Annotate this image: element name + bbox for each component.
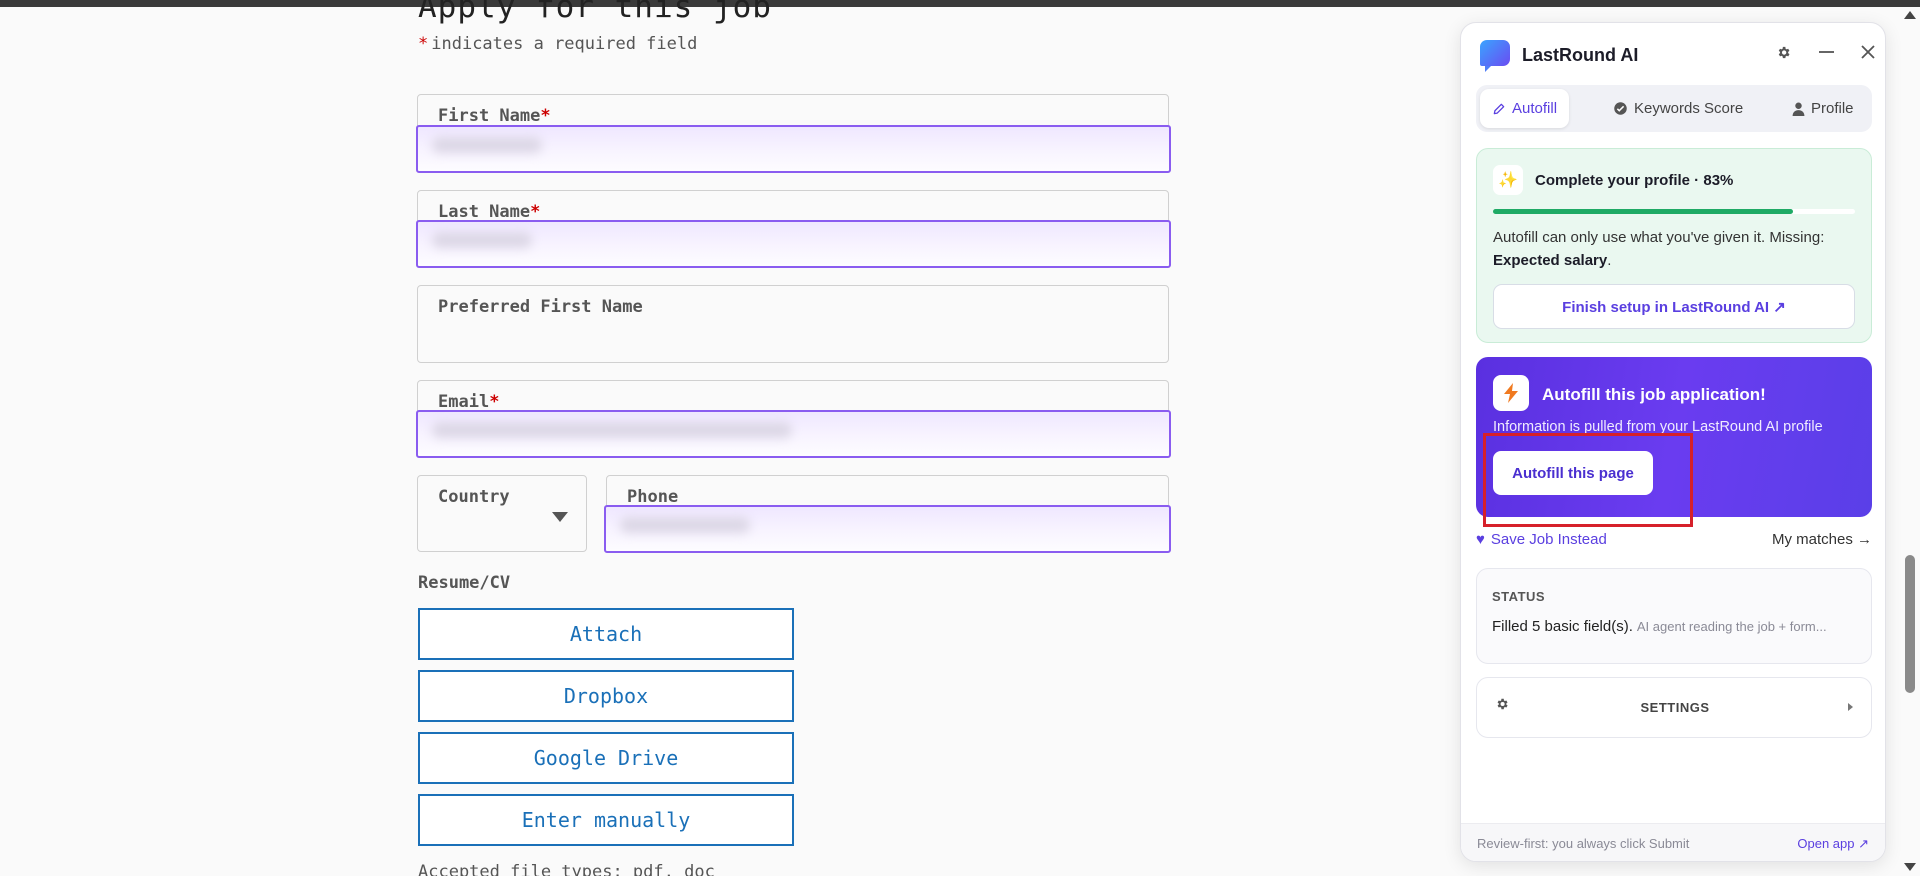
application-form: Apply for this job * indicates a required… <box>0 0 1400 876</box>
first-name-input-autofilled[interactable] <box>416 125 1171 173</box>
last-name-input-autofilled[interactable] <box>416 220 1171 268</box>
email-input-autofilled[interactable] <box>416 410 1171 458</box>
required-star: * <box>418 34 429 54</box>
expand-triangle-icon <box>1848 703 1853 711</box>
chat-bubble-logo-icon <box>1480 40 1510 72</box>
phone-label: Phone <box>627 487 679 507</box>
page-scrollbar[interactable] <box>1900 7 1920 876</box>
profile-completion-card: ✨ Complete your profile · 83% Autofill c… <box>1476 148 1872 343</box>
status-main: Filled 5 basic field(s). <box>1492 618 1633 635</box>
panel-links-row: ♥ Save Job Instead My matches → <box>1476 531 1872 553</box>
first-name-label: First Name* <box>438 106 551 126</box>
redacted-value <box>432 137 542 153</box>
last-name-label: Last Name* <box>438 202 541 222</box>
required-note: * indicates a required field <box>418 34 697 54</box>
check-badge-icon <box>1614 102 1627 115</box>
panel-tabs: Autofill Keywords Score Profile <box>1476 85 1872 132</box>
lastround-ai-panel: LastRound AI Autofill Keywords Score Pro… <box>1460 22 1886 862</box>
minimize-icon[interactable] <box>1813 39 1839 65</box>
redacted-value <box>432 232 532 248</box>
form-title: Apply for this job <box>418 0 772 25</box>
sparkle-icon: ✨ <box>1493 165 1523 195</box>
autofill-card-subtitle: Information is pulled from your LastRoun… <box>1493 419 1823 435</box>
chevron-down-icon <box>552 512 568 522</box>
autofill-card: Autofill this job application! Informati… <box>1476 357 1872 517</box>
save-job-label: Save Job Instead <box>1490 531 1607 548</box>
gear-icon[interactable] <box>1770 39 1796 65</box>
close-icon[interactable] <box>1855 39 1881 65</box>
profile-progress-fill <box>1493 209 1794 214</box>
dropbox-button[interactable]: Dropbox <box>418 670 794 722</box>
status-heading: STATUS <box>1492 589 1546 604</box>
panel-footer: Review-first: you always click Submit Op… <box>1461 823 1885 861</box>
scroll-up-arrow-icon[interactable] <box>1904 11 1916 19</box>
tab-keywords-score[interactable]: Keywords Score <box>1601 89 1755 128</box>
pencil-icon <box>1493 103 1505 114</box>
tab-profile-label: Profile <box>1811 100 1854 117</box>
minimize-bar <box>1819 51 1834 53</box>
country-label: Country <box>438 487 510 507</box>
save-job-link[interactable]: ♥ Save Job Instead <box>1476 531 1607 548</box>
google-drive-button[interactable]: Google Drive <box>418 732 794 784</box>
tab-autofill[interactable]: Autofill <box>1480 89 1570 128</box>
status-detail: AI agent reading the job + form... <box>1636 619 1827 634</box>
preferred-first-name-label: Preferred First Name <box>438 297 643 317</box>
status-text: Filled 5 basic field(s). AI agent reading… <box>1492 618 1862 635</box>
finish-setup-button[interactable]: Finish setup in LastRound AI ↗ <box>1493 284 1855 329</box>
open-app-link[interactable]: Open app ↗ <box>1797 836 1869 852</box>
tab-keywords-score-label: Keywords Score <box>1634 100 1744 117</box>
settings-label: SETTINGS <box>1640 700 1710 715</box>
missing-item: Expected salary <box>1493 252 1608 269</box>
tab-profile[interactable]: Profile <box>1780 89 1866 128</box>
person-icon <box>1792 102 1805 116</box>
panel-brand: LastRound AI <box>1522 45 1639 65</box>
profile-completion-title: Complete your profile · 83% <box>1535 172 1734 189</box>
phone-input-autofilled[interactable] <box>604 505 1171 553</box>
lightning-bolt-icon <box>1493 375 1529 411</box>
redacted-value <box>432 422 792 438</box>
footer-note: Review-first: you always click Submit <box>1477 836 1690 851</box>
scroll-down-arrow-icon[interactable] <box>1904 863 1916 871</box>
redacted-value <box>620 517 750 533</box>
resume-label: Resume/CV <box>418 573 511 593</box>
status-card: STATUS Filled 5 basic field(s). AI agent … <box>1476 568 1872 664</box>
country-select[interactable]: Country <box>417 475 587 552</box>
accepted-file-types: Accepted file types: pdf, doc <box>418 862 715 876</box>
email-label: Email* <box>438 392 500 412</box>
scrollbar-thumb[interactable] <box>1905 555 1915 693</box>
autofill-this-page-button[interactable]: Autofill this page <box>1493 451 1653 495</box>
autofill-card-title: Autofill this job application! <box>1542 385 1766 404</box>
attach-button[interactable]: Attach <box>418 608 794 660</box>
preferred-first-name-field[interactable]: Preferred First Name <box>417 285 1169 363</box>
required-note-text: indicates a required field <box>431 34 698 54</box>
profile-missing-note: Autofill can only use what you've given … <box>1493 229 1825 269</box>
my-matches-link[interactable]: My matches → <box>1772 531 1872 548</box>
heart-icon: ♥ <box>1476 531 1485 548</box>
settings-toggle[interactable]: SETTINGS <box>1476 677 1872 738</box>
profile-progress-bar <box>1493 209 1855 214</box>
enter-manually-button[interactable]: Enter manually <box>418 794 794 846</box>
tab-autofill-label: Autofill <box>1512 100 1558 117</box>
